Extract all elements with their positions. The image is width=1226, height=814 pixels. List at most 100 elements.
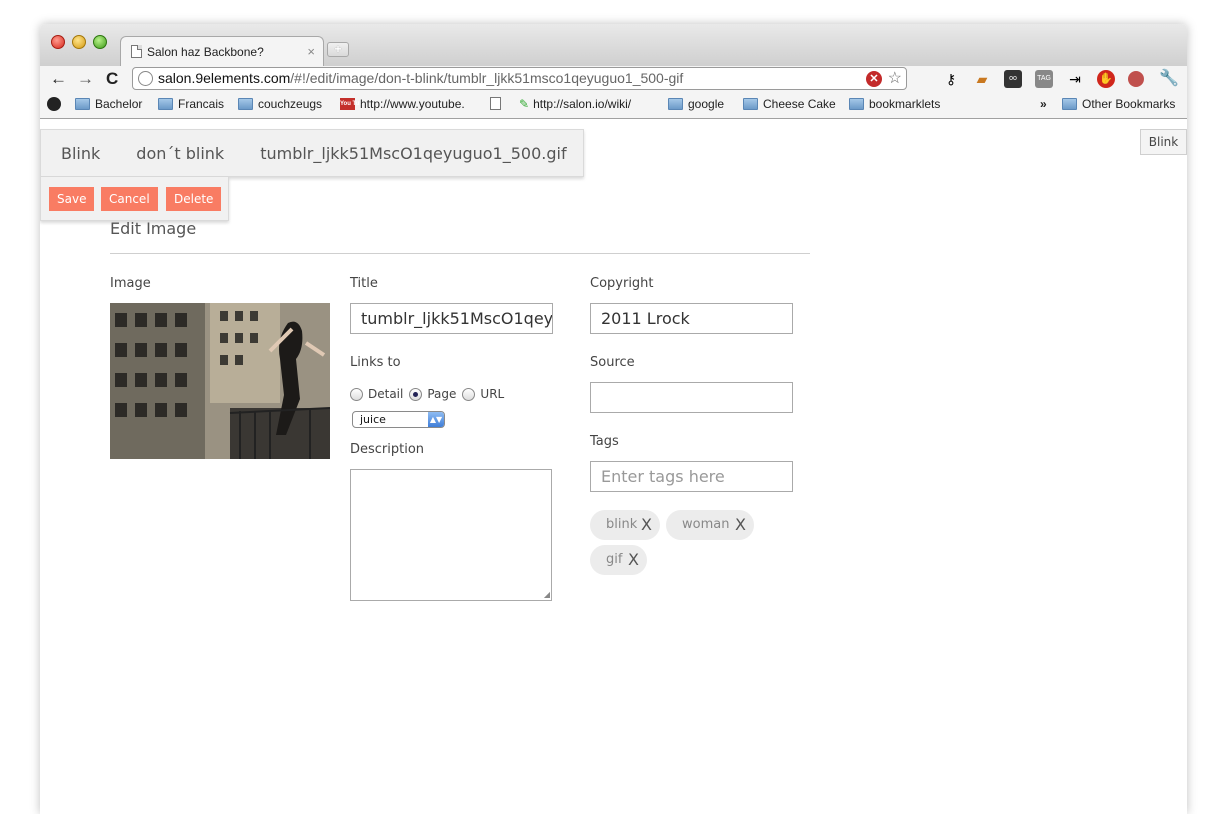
folder-icon <box>238 98 253 110</box>
page-title: Edit Image <box>110 219 197 238</box>
eyes-extension-icon[interactable]: oo <box>1004 70 1022 88</box>
tag-label: blink <box>606 517 638 532</box>
other-bookmarks-folder[interactable]: Other Bookmarks <box>1062 97 1175 111</box>
back-icon[interactable]: ← <box>50 69 67 89</box>
tag-chip: gif X <box>590 545 647 575</box>
image-thumbnail <box>110 303 330 459</box>
page-icon <box>131 45 142 58</box>
radio-detail[interactable] <box>350 387 363 401</box>
close-window-button[interactable] <box>51 35 65 49</box>
bookmark-label: http://salon.io/wiki/ <box>533 97 632 111</box>
tag-chip: blink X <box>590 510 660 540</box>
bookmark-folder[interactable]: bookmarklets <box>849 97 940 111</box>
bookmark-folder[interactable]: Cheese Cake <box>743 97 836 111</box>
links-to-options: Detail Page URL <box>350 387 504 401</box>
tag-chip: woman X <box>666 510 754 540</box>
bookmarks-bar: Bachelor Francais couchzeugs You Tube htt… <box>40 92 1187 119</box>
minimize-window-button[interactable] <box>72 35 86 49</box>
bookmark-label: Other Bookmarks <box>1082 97 1176 111</box>
page-icon <box>490 97 501 110</box>
radio-page[interactable] <box>409 387 423 401</box>
bookmark-label: http://www.youtube. <box>360 97 465 111</box>
github-bookmark[interactable] <box>47 97 66 111</box>
reload-icon[interactable]: C <box>106 69 118 89</box>
url-host: salon.9elements.com <box>158 70 291 86</box>
save-button[interactable]: Save <box>49 187 95 211</box>
description-textarea[interactable]: ◢ <box>350 469 552 601</box>
bookmark-youtube[interactable]: You Tube http://www.youtube. <box>340 97 465 111</box>
tag-remove-icon[interactable]: X <box>628 545 639 575</box>
bookmark-label: bookmarklets <box>869 97 941 111</box>
description-label: Description <box>350 442 425 457</box>
bookmark-star-icon[interactable]: ☆ <box>888 68 902 89</box>
wrench-icon[interactable]: 🔧 <box>1159 70 1179 88</box>
tab-close-icon[interactable]: × <box>307 44 315 59</box>
browser-tab[interactable]: Salon haz Backbone? × <box>120 36 324 66</box>
image-preview[interactable] <box>110 303 330 459</box>
folder-icon <box>1062 98 1077 110</box>
browser-window: Salon haz Backbone? × + ← → C salon.9ele… <box>40 24 1187 814</box>
page-content: Blink don´t blink tumblr_ljkk51MscO1qeyu… <box>40 119 1187 814</box>
tag-remove-icon[interactable]: X <box>641 510 652 540</box>
resize-grip-icon[interactable]: ◢ <box>544 590 550 599</box>
bookmark-label: Cheese Cake <box>763 97 836 111</box>
copyright-input[interactable]: 2011 Lrock <box>590 303 793 334</box>
image-label: Image <box>110 276 151 291</box>
title-label: Title <box>350 276 378 291</box>
bookmark-salon-wiki[interactable]: ✎ http://salon.io/wiki/ <box>519 97 631 111</box>
folder-icon <box>668 98 683 110</box>
breadcrumb-item-album[interactable]: don´t blink <box>136 144 224 163</box>
bookmark-label: Francais <box>178 97 225 111</box>
address-bar[interactable]: salon.9elements.com/#!/edit/image/don-t-… <box>132 67 907 90</box>
folder-icon <box>75 98 90 110</box>
youtube-icon: You Tube <box>340 98 366 110</box>
key-icon[interactable]: ⚷ <box>942 70 960 88</box>
tag-label: gif <box>606 552 623 567</box>
zoom-window-button[interactable] <box>93 35 107 49</box>
delete-button[interactable]: Delete <box>166 187 222 211</box>
github-icon <box>47 97 61 111</box>
exit-icon[interactable]: ⇥ <box>1066 70 1084 88</box>
source-input[interactable] <box>590 382 793 413</box>
bookmark-blank[interactable] <box>490 97 506 110</box>
action-bar: Save Cancel Delete <box>40 177 229 221</box>
bookmark-folder[interactable]: Bachelor <box>75 97 142 111</box>
bookmarks-overflow-button[interactable]: » <box>1040 97 1047 111</box>
page-select[interactable]: juice ▲▼ <box>352 411 445 428</box>
source-label: Source <box>590 355 635 370</box>
cake-icon[interactable]: ▰ <box>973 70 991 88</box>
bookmark-folder[interactable]: google <box>668 97 724 111</box>
folder-icon <box>743 98 758 110</box>
blink-button[interactable]: Blink <box>1140 129 1187 155</box>
page-select-value: juice <box>360 413 386 426</box>
tags-input[interactable]: Enter tags here <box>590 461 793 492</box>
tag-remove-icon[interactable]: X <box>735 510 746 540</box>
tag-label: woman <box>682 517 730 532</box>
tag-extension-icon[interactable]: TAG <box>1035 70 1053 88</box>
divider <box>110 253 810 254</box>
new-tab-button[interactable]: + <box>327 42 349 57</box>
breadcrumb-item-image[interactable]: tumblr_ljkk51MscO1qeyuguo1_500.gif <box>260 144 566 163</box>
breadcrumb: Blink don´t blink tumblr_ljkk51MscO1qeyu… <box>40 129 584 177</box>
bookmark-folder[interactable]: Francais <box>158 97 224 111</box>
bookmark-folder[interactable]: couchzeugs <box>238 97 322 111</box>
radio-page-label: Page <box>427 387 457 401</box>
radio-url[interactable] <box>462 387 476 401</box>
globe-icon <box>138 71 153 86</box>
stop-icon[interactable]: ✕ <box>866 71 882 87</box>
radio-url-label: URL <box>480 387 505 401</box>
title-bar: Salon haz Backbone? × + <box>40 24 1187 66</box>
bookmark-label: google <box>688 97 725 111</box>
tags-label: Tags <box>590 434 619 449</box>
url-path: /#!/edit/image/don-t-blink/tumblr_ljkk51… <box>290 70 684 86</box>
cancel-button[interactable]: Cancel <box>101 187 158 211</box>
title-input[interactable]: tumblr_ljkk51MscO1qeyuguo1_500.gif <box>350 303 553 334</box>
browser-toolbar: ← → C salon.9elements.com/#!/edit/image/… <box>40 66 1187 92</box>
folder-icon <box>158 98 173 110</box>
breadcrumb-item-blink[interactable]: Blink <box>61 144 100 163</box>
radio-detail-label: Detail <box>368 387 404 401</box>
tomato-icon[interactable] <box>1128 71 1144 87</box>
forward-icon[interactable]: → <box>77 69 94 89</box>
copyright-label: Copyright <box>590 276 654 291</box>
adblock-icon[interactable]: ✋ <box>1097 70 1115 88</box>
